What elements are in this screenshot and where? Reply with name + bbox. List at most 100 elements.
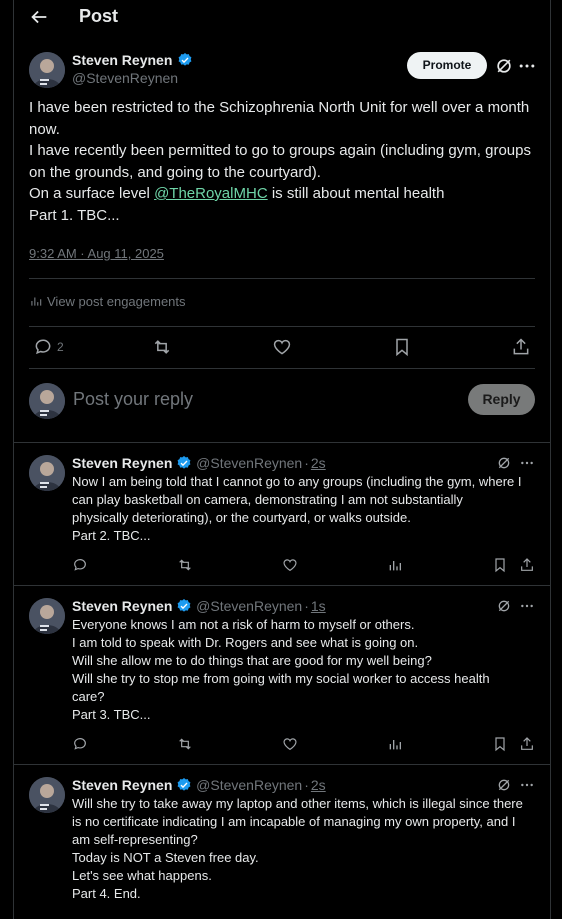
author-handle[interactable]: @StevenReynen [196,598,302,614]
like-action[interactable] [272,337,292,357]
repost-icon[interactable] [177,736,193,752]
post-timestamp[interactable]: 9:32 AM · Aug 11, 2025 [29,246,164,261]
repost-action[interactable] [152,337,172,357]
verified-badge-icon [176,455,192,471]
post-text-line: Part 1. TBC... [29,206,120,224]
more-options-icon[interactable] [519,455,535,471]
more-options-icon[interactable] [519,598,535,614]
tweet-header: Steven Reynen @StevenReynen · 2s [72,455,326,471]
post-text-fragment: is still about mental health [267,185,445,202]
reply-tweet[interactable]: Steven Reynen @StevenReynen · 2s Now I am … [14,443,550,585]
share-action[interactable] [511,337,531,357]
tweet-age[interactable]: 2s [311,777,326,793]
tweet-age[interactable]: 2s [311,455,326,471]
tweet-text-line: is no certificate indicating I am incapa… [72,814,516,829]
post-text-line: I have recently been permitted to go to … [29,142,531,181]
separator-dot: · [304,598,309,614]
grok-icon[interactable] [494,56,514,76]
divider [29,278,535,279]
author-handle[interactable]: @StevenReynen [196,455,302,471]
analytics-icon[interactable] [387,736,403,752]
tweet-age[interactable]: 1s [311,598,326,614]
share-icon[interactable] [519,736,535,752]
reply-icon[interactable] [72,736,88,752]
post-text-fragment: On a surface level [29,185,155,202]
share-icon [513,338,529,355]
verified-badge-icon [177,52,193,68]
grok-icon[interactable] [496,777,512,793]
tweet-text-line: Today is NOT a Steven free day. [72,850,259,865]
author-name[interactable]: Steven Reynen [72,777,172,793]
tweet-text: Will she try to take away my laptop and … [72,795,542,903]
tweet-header: Steven Reynen @StevenReynen · 1s [72,598,326,614]
reply-tweet[interactable]: Steven Reynen @StevenReynen · 1s Everyone … [14,586,550,764]
author-name[interactable]: Steven Reynen [72,598,172,614]
post-text: I have been restricted to the Schizophre… [29,97,539,226]
reply-icon[interactable] [72,557,88,573]
reply-icon [35,339,51,355]
more-options-icon[interactable] [519,777,535,793]
promote-button[interactable]: Promote [407,52,487,79]
author-name[interactable]: Steven Reynen [72,52,172,68]
repost-icon [154,340,170,354]
divider [29,368,535,369]
heart-icon [273,339,291,355]
tweet-text: Everyone knows I am not a risk of harm t… [72,616,542,724]
post-text-line: On a surface level @TheRoyalMHC is still… [29,183,539,205]
arrow-left-icon[interactable] [28,6,50,28]
reply-action[interactable]: 2 [33,337,64,357]
author-handle[interactable]: @StevenReynen [72,70,178,86]
tweet-header: Steven Reynen @StevenReynen · 2s [72,777,326,793]
more-options-icon[interactable] [517,56,537,76]
avatar[interactable] [29,598,65,634]
tweet-text-line: can play basketball on camera, demonstra… [72,492,463,507]
heart-icon[interactable] [282,736,298,752]
tweet-text-line: Will she allow me to do things that are … [72,653,432,668]
grok-icon[interactable] [496,455,512,471]
verified-badge-icon [176,777,192,793]
separator-dot: · [304,455,309,471]
view-engagements-link[interactable]: View post engagements [29,294,186,309]
avatar[interactable] [29,777,65,813]
tweet-text-line: am self-representing? [72,832,198,847]
verified-badge-icon [176,598,192,614]
reply-tweet[interactable]: Steven Reynen @StevenReynen · 2s Will she … [14,765,550,919]
tweet-text-line: Part 4. End. [72,886,141,901]
tweet-text-line: Will she try to stop me from going with … [72,671,490,686]
page-title: Post [79,6,119,26]
reply-button[interactable]: Reply [468,384,535,415]
divider [29,326,535,327]
post-author: Steven Reynen [72,52,193,70]
avatar[interactable] [29,455,65,491]
bookmark-icon[interactable] [492,736,508,752]
tweet-text-line: Part 3. TBC... [72,707,151,722]
author-name[interactable]: Steven Reynen [72,455,172,471]
tweet-text-line: physically deteriorating), or the courty… [72,510,411,525]
view-engagements-label: View post engagements [47,294,186,309]
author-handle[interactable]: @StevenReynen [196,777,302,793]
post-thread-column: Post Steven Reynen @StevenReynen Promote… [13,0,551,919]
tweet-text-line: Now I am being told that I cannot go to … [72,474,522,489]
share-icon[interactable] [519,557,535,573]
tweet-text-line: care? [72,689,105,704]
header-bar: Post [14,0,550,36]
tweet-text-line: Everyone knows I am not a risk of harm t… [72,617,415,632]
bookmark-icon [396,338,408,357]
grok-icon[interactable] [496,598,512,614]
mention-link[interactable]: @TheRoyalMHC [154,185,268,202]
analytics-icon[interactable] [387,557,403,573]
repost-icon[interactable] [177,557,193,573]
tweet-text-line: Will she try to take away my laptop and … [72,796,523,811]
separator-dot: · [304,777,309,793]
tweet-text-line: Part 2. TBC... [72,528,151,543]
avatar[interactable] [29,52,65,88]
tweet-text-line: Let's see what happens. [72,868,212,883]
bookmark-icon[interactable] [492,557,508,573]
tweet-text: Now I am being told that I cannot go to … [72,473,542,545]
analytics-icon [31,297,42,306]
composer-avatar [29,383,65,419]
heart-icon[interactable] [282,557,298,573]
bookmark-action[interactable] [392,337,412,357]
post-text-line: I have been restricted to the Schizophre… [29,99,530,138]
reply-input[interactable]: Post your reply [73,389,193,410]
